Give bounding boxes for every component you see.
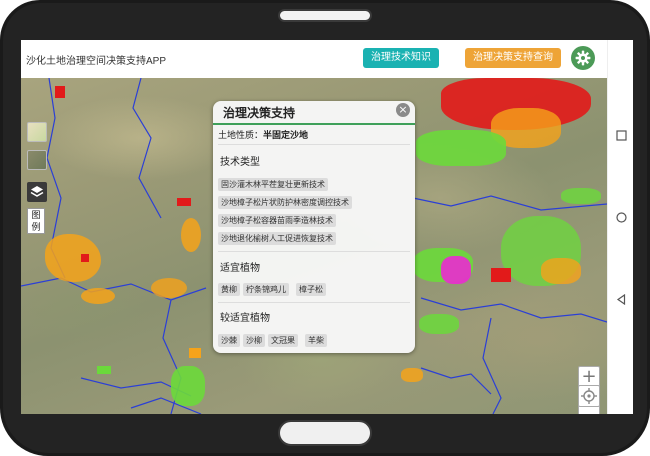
land-patch [189, 348, 201, 358]
decision-query-button[interactable]: 治理决策支持查询 [465, 48, 561, 68]
land-patch [181, 218, 201, 252]
settings-button[interactable] [571, 46, 595, 70]
land-patch [541, 258, 581, 284]
land-patch [171, 366, 205, 406]
system-nav-bar [607, 40, 633, 414]
app-screen: 沙化土地治理空间决策支持APP 治理技术知识库 治理决策支持查询 [21, 40, 633, 414]
land-type-label: 土地性质： [218, 131, 264, 141]
divider [218, 251, 410, 252]
recent-apps-icon[interactable] [616, 130, 627, 141]
land-patch [177, 198, 191, 206]
section-heading-suitable: 适宜植物 [220, 263, 260, 274]
decision-support-popup: 治理决策支持 × 土地性质：半固定沙地 技术类型 固沙灌木林平茬复壮更新技术 沙… [213, 101, 415, 353]
land-patch [401, 368, 423, 382]
less-suitable-plant-chip[interactable]: 沙柳 [243, 334, 265, 347]
section-heading-less-suitable: 较适宜植物 [220, 313, 270, 324]
app-bar: 沙化土地治理空间决策支持APP 治理技术知识库 治理决策支持查询 [21, 40, 607, 83]
technology-chip[interactable]: 沙地樟子松片状防护林密度调控技术 [218, 196, 352, 209]
suitable-plant-chip[interactable]: 黄柳 [218, 283, 240, 296]
satellite-thumbnail-icon[interactable] [27, 150, 47, 170]
land-patch [419, 314, 459, 334]
land-patch [81, 288, 115, 304]
popup-header: 治理决策支持 × [213, 101, 415, 125]
less-suitable-plant-chip[interactable]: 羊柴 [305, 334, 327, 347]
app-title: 沙化土地治理空间决策支持APP [26, 56, 167, 67]
knowledge-base-button[interactable]: 治理技术知识库 [363, 48, 439, 83]
divider [218, 144, 410, 145]
hardware-home-button[interactable] [278, 420, 372, 446]
technology-chip[interactable]: 沙地退化榆树人工促进恢复技术 [218, 232, 336, 245]
divider [218, 302, 410, 303]
land-patch [561, 188, 601, 204]
less-suitable-plant-chip[interactable]: 文冠果 [268, 334, 298, 347]
land-patch [81, 254, 89, 262]
map-thumbnail-icon[interactable] [27, 122, 47, 142]
technology-chip[interactable]: 沙地樟子松容器苗雨季造林技术 [218, 214, 336, 227]
land-patch [441, 256, 471, 284]
legend-button[interactable]: 图例 [27, 208, 45, 234]
close-icon[interactable]: × [396, 103, 410, 117]
land-patch [491, 268, 511, 282]
land-patch [416, 130, 506, 166]
layers-icon[interactable] [27, 182, 47, 202]
suitable-plant-chip[interactable]: 柠条锦鸡儿 [243, 283, 289, 296]
locate-icon [581, 388, 597, 404]
land-type-value: 半固定沙地 [263, 131, 309, 141]
land-type-line: 土地性质：半固定沙地 [218, 128, 308, 141]
land-patch [151, 278, 187, 298]
back-triangle-icon[interactable] [616, 294, 627, 305]
camera-slot [278, 9, 372, 22]
suitable-plant-chip[interactable]: 樟子松 [296, 283, 326, 296]
land-patch [55, 86, 65, 98]
section-heading-technology: 技术类型 [220, 157, 260, 168]
technology-chip[interactable]: 固沙灌木林平茬复壮更新技术 [218, 178, 328, 191]
gear-icon [575, 50, 591, 66]
tablet-frame: 沙化土地治理空间决策支持APP 治理技术知识库 治理决策支持查询 [0, 0, 650, 456]
locate-button[interactable] [578, 385, 600, 407]
popup-title: 治理决策支持 [223, 106, 296, 120]
land-patch [97, 366, 111, 374]
home-circle-icon[interactable] [616, 212, 627, 223]
less-suitable-plant-chip[interactable]: 沙棘 [218, 334, 240, 347]
